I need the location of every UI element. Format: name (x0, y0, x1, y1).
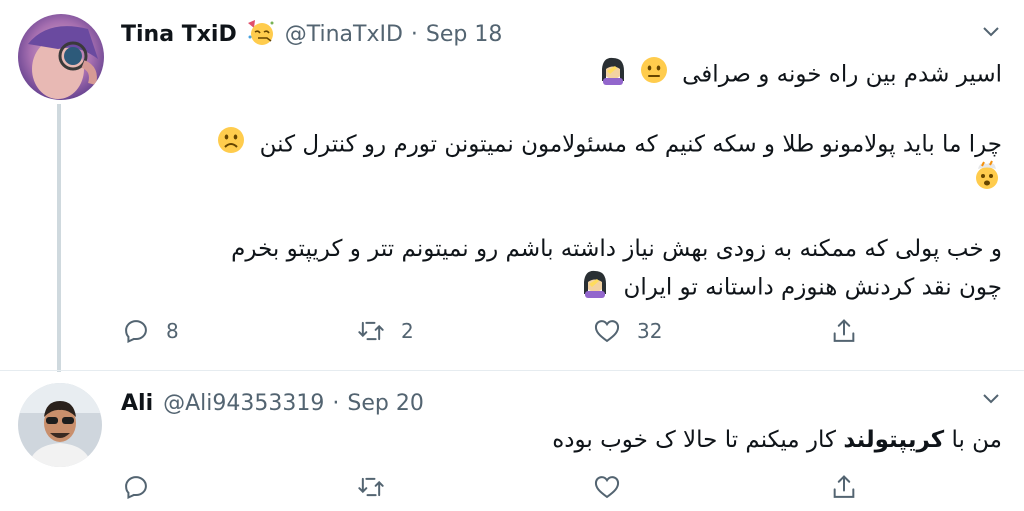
chevron-down-icon[interactable] (980, 20, 1002, 42)
display-name[interactable]: Ali (121, 391, 153, 416)
tweet-date[interactable]: Sep 18 (426, 22, 502, 47)
facepalm-icon (580, 268, 610, 308)
tweet-tina[interactable]: Tina TxiD @TinaTxID · Sep 18 اسیر شدم بی… (0, 0, 1024, 372)
facepalm-icon (598, 55, 628, 95)
avatar[interactable] (18, 14, 104, 100)
user-handle[interactable]: @Ali94353319 (163, 391, 324, 416)
reply-button[interactable] (122, 473, 150, 501)
neutral-face-icon (639, 55, 669, 95)
frowning-face-icon (216, 125, 246, 165)
text-line-1: اسیر شدم بین راه خونه و صرافی (682, 61, 1002, 88)
tweet-date[interactable]: Sep 20 (347, 391, 423, 416)
text-line-3: و خب پولی که ممکنه به زودی بهش نیاز داشت… (231, 236, 1002, 262)
separator-dot: · (410, 21, 418, 47)
retweet-button[interactable]: 2 (357, 317, 414, 345)
avatar[interactable] (18, 383, 102, 467)
reply-icon (125, 476, 147, 500)
tweet-header: Tina TxiD @TinaTxID · Sep 18 (121, 18, 502, 50)
share-icon (833, 475, 855, 498)
display-name[interactable]: Tina TxiD (121, 22, 237, 47)
share-icon (833, 319, 855, 342)
partying-face-icon (245, 17, 275, 51)
like-button[interactable] (593, 473, 621, 501)
retweet-icon (358, 477, 384, 497)
text-part: کار میکنم تا حالا ک خوب بوده (552, 427, 844, 453)
tweet-text: من با کریپتولند کار میکنم تا حالا ک خوب … (552, 423, 1002, 457)
exploding-head-icon (972, 160, 1002, 200)
retweet-icon (358, 321, 384, 341)
text-bold: کریپتولند (843, 427, 945, 453)
tweet-text-line: اسیر شدم بین راه خونه و صرافی (598, 55, 1002, 95)
separator-dot: · (332, 390, 340, 416)
reply-button[interactable]: 8 (122, 317, 179, 345)
reply-count: 8 (166, 319, 179, 343)
thread-line (57, 104, 61, 372)
retweet-count: 2 (401, 319, 414, 343)
tweet-text-line (972, 160, 1002, 200)
tweet-ali[interactable]: Ali @Ali94353319 · Sep 20 من با کریپتولن… (0, 371, 1024, 511)
tweet-text-line: و خب پولی که ممکنه به زودی بهش نیاز داشت… (231, 232, 1002, 266)
like-icon (594, 476, 620, 499)
share-button[interactable] (830, 317, 858, 345)
share-button[interactable] (830, 473, 858, 501)
text-line-2: چرا ما باید پولامونو طلا و سکه کنیم که م… (259, 131, 1002, 158)
text-part: من با (944, 427, 1002, 453)
tweet-header: Ali @Ali94353319 · Sep 20 (121, 387, 424, 419)
like-icon (594, 320, 620, 343)
chevron-down-icon[interactable] (980, 387, 1002, 409)
like-count: 32 (637, 319, 663, 343)
like-button[interactable]: 32 (593, 317, 662, 345)
reply-icon (125, 320, 147, 344)
tweet-text-line: چون نقد کردنش هنوزم داستانه تو ایران (580, 268, 1002, 308)
text-line-4: چون نقد کردنش هنوزم داستانه تو ایران (623, 274, 1002, 301)
tweet-text-line: چرا ما باید پولامونو طلا و سکه کنیم که م… (216, 125, 1002, 165)
retweet-button[interactable] (357, 473, 385, 501)
user-handle[interactable]: @TinaTxID (285, 22, 403, 47)
